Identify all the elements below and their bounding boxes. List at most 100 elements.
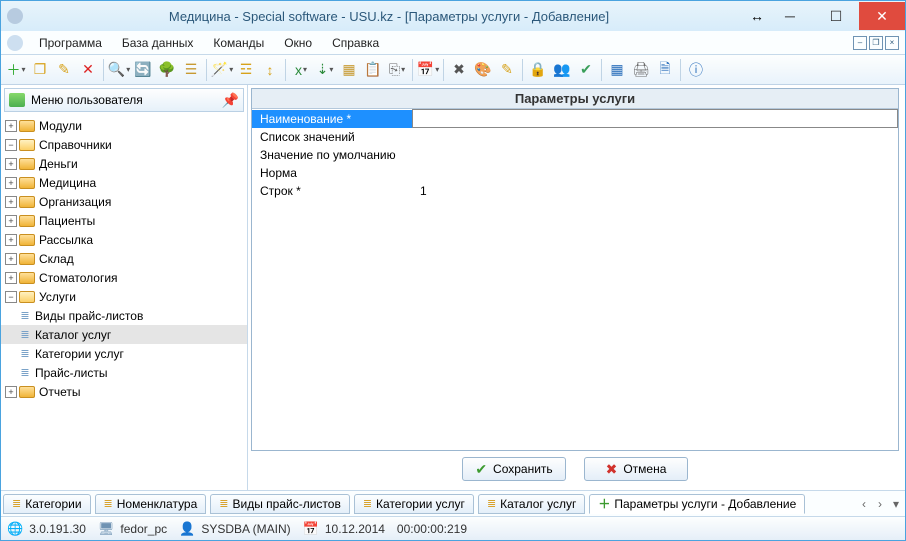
tree-patients[interactable]: +Пациенты: [1, 211, 247, 230]
preview-button[interactable]: 🗎: [654, 59, 676, 81]
label-norm: Норма: [252, 164, 412, 182]
list-button[interactable]: ☲: [235, 59, 257, 81]
input-name[interactable]: [412, 110, 898, 128]
tree-service-catalog[interactable]: ≣Каталог услуг: [1, 325, 247, 344]
task-button[interactable]: ▦: [338, 59, 360, 81]
tree-mailing[interactable]: +Рассылка: [1, 230, 247, 249]
sidebar-title: Меню пользователя: [31, 93, 222, 107]
menu-commands[interactable]: Команды: [205, 34, 272, 52]
cancel-button[interactable]: ✖Отмена: [584, 457, 688, 481]
palette-button[interactable]: 🎨: [472, 59, 494, 81]
body: Меню пользователя 📌 +Модули −Справочники…: [1, 85, 905, 490]
check-button[interactable]: ✔: [575, 59, 597, 81]
tab-icon: ≣: [12, 497, 21, 510]
mdi-minimize-button[interactable]: –: [853, 36, 867, 50]
check-icon: ✔: [475, 461, 487, 478]
tree-reports[interactable]: +Отчеты: [1, 382, 247, 401]
toolbar: ＋ ❐ ✎ ✕ 🔍 🔄 🌳 ☰ 🪄 ☲ ↕ x ⇣ ▦ 📋 ⎘ 📅 ✖ 🎨 ✎ …: [1, 55, 905, 85]
calendar-button[interactable]: 📅: [417, 59, 439, 81]
label-name: Наименование *: [252, 110, 412, 128]
menu-icon: [7, 35, 23, 51]
maximize-button[interactable]: [813, 2, 859, 30]
lock-button[interactable]: 🔒: [527, 59, 549, 81]
row-norm[interactable]: Норма: [252, 164, 898, 182]
row-rows[interactable]: Строк * 1: [252, 182, 898, 200]
delete-button[interactable]: ✕: [77, 59, 99, 81]
main-area: Параметры услуги Наименование * Список з…: [248, 85, 905, 490]
tab-nomenclature[interactable]: ≣Номенклатура: [95, 494, 207, 514]
tools-button[interactable]: ✖: [448, 59, 470, 81]
app-icon: [7, 8, 23, 24]
tab-service-catalog[interactable]: ≣Каталог услуг: [478, 494, 585, 514]
tree-money[interactable]: +Деньги: [1, 154, 247, 173]
print-button[interactable]: 🖨: [630, 59, 652, 81]
value-list[interactable]: [412, 128, 898, 146]
search-button[interactable]: 🔍: [108, 59, 130, 81]
sidebar: Меню пользователя 📌 +Модули −Справочники…: [1, 85, 248, 490]
tree-services[interactable]: −Услуги: [1, 287, 247, 306]
nav-tree: +Модули −Справочники +Деньги +Медицина +…: [1, 114, 247, 490]
tab-scroll-right[interactable]: ›: [873, 497, 887, 511]
tab-categories[interactable]: ≣Категории: [3, 494, 91, 514]
tree-dentistry[interactable]: +Стоматология: [1, 268, 247, 287]
close-button[interactable]: [859, 2, 905, 30]
window-title: Медицина - Special software - USU.kz - […: [31, 9, 747, 24]
row-name[interactable]: Наименование *: [252, 110, 898, 128]
menu-database[interactable]: База данных: [114, 34, 201, 52]
add-button[interactable]: ＋: [5, 59, 27, 81]
clipboard-button[interactable]: 📋: [362, 59, 384, 81]
import-button[interactable]: ⇣: [314, 59, 336, 81]
tab-scroll-left[interactable]: ‹: [857, 497, 871, 511]
export-button[interactable]: ⎘: [386, 59, 408, 81]
tab-icon: ≣: [363, 497, 372, 510]
minimize-button[interactable]: [767, 2, 813, 30]
filter-button[interactable]: ☰: [180, 59, 202, 81]
tree-medicine[interactable]: +Медицина: [1, 173, 247, 192]
excel-button[interactable]: x: [290, 59, 312, 81]
row-list[interactable]: Список значений: [252, 128, 898, 146]
value-rows[interactable]: 1: [412, 182, 898, 200]
tree-service-categories[interactable]: ≣Категории услуг: [1, 344, 247, 363]
edit-button[interactable]: ✎: [53, 59, 75, 81]
resize-arrow-icon: ↔: [747, 8, 767, 24]
calendar-icon: 📅: [303, 521, 319, 537]
save-button[interactable]: ✔Сохранить: [462, 457, 566, 481]
grid-button[interactable]: ▦: [606, 59, 628, 81]
tab-dropdown[interactable]: ▾: [889, 497, 903, 511]
value-norm[interactable]: [412, 164, 898, 182]
mdi-restore-button[interactable]: ❐: [869, 36, 883, 50]
menu-window[interactable]: Окно: [276, 34, 320, 52]
mdi-close-button[interactable]: ×: [885, 36, 899, 50]
copy-button[interactable]: ❐: [29, 59, 51, 81]
status-user: 👤SYSDBA (MAIN): [179, 521, 291, 537]
tab-icon: ≣: [487, 497, 496, 510]
tab-service-params-add[interactable]: ＋Параметры услуги - Добавление: [589, 494, 805, 514]
wizard-button[interactable]: 🪄: [211, 59, 233, 81]
value-default[interactable]: [412, 146, 898, 164]
tree-organization[interactable]: +Организация: [1, 192, 247, 211]
row-default[interactable]: Значение по умолчанию: [252, 146, 898, 164]
sidebar-header: Меню пользователя 📌: [4, 88, 244, 112]
tree-warehouse[interactable]: +Склад: [1, 249, 247, 268]
pin-icon[interactable]: 📌: [222, 92, 239, 109]
tree-price-lists[interactable]: ≣Прайс-листы: [1, 363, 247, 382]
menu-program[interactable]: Программа: [31, 34, 110, 52]
label-list: Список значений: [252, 128, 412, 146]
note-button[interactable]: ✎: [496, 59, 518, 81]
refresh-button[interactable]: 🔄: [132, 59, 154, 81]
tree-modules[interactable]: +Модули: [1, 116, 247, 135]
tree-references[interactable]: −Справочники: [1, 135, 247, 154]
users-button[interactable]: 👥: [551, 59, 573, 81]
tree-price-types[interactable]: ≣Виды прайс-листов: [1, 306, 247, 325]
titlebar: Медицина - Special software - USU.kz - […: [1, 1, 905, 31]
tree-button[interactable]: 🌳: [156, 59, 178, 81]
status-pc: 🖥fedor_pc: [98, 521, 167, 537]
help-button[interactable]: ⓘ: [685, 59, 707, 81]
tab-icon: ≣: [104, 497, 113, 510]
user-icon: 👤: [179, 521, 195, 537]
menu-help[interactable]: Справка: [324, 34, 387, 52]
sort-button[interactable]: ↕: [259, 59, 281, 81]
tab-price-types[interactable]: ≣Виды прайс-листов: [210, 494, 350, 514]
document-tabs: ≣Категории ≣Номенклатура ≣Виды прайс-лис…: [1, 490, 905, 516]
tab-service-categories[interactable]: ≣Категории услуг: [354, 494, 474, 514]
